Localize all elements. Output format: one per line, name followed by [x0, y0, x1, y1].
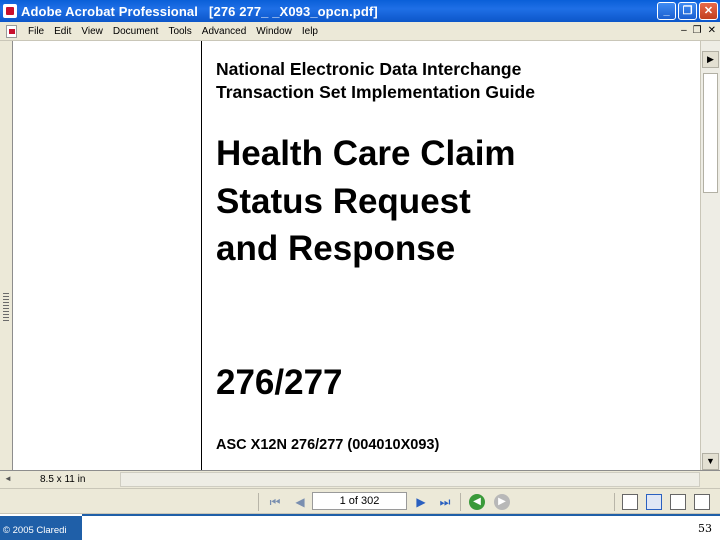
single-page-icon[interactable]: [622, 494, 638, 510]
continuous-facing-icon[interactable]: [694, 494, 710, 510]
pane-grip-handle[interactable]: [3, 293, 9, 321]
menu-tools[interactable]: Tools: [163, 26, 196, 37]
window-controls: _ ❐ ✕: [657, 2, 718, 20]
menu-document[interactable]: Document: [108, 26, 164, 37]
previous-page-icon[interactable]: ◀: [292, 494, 308, 510]
title-line-1: Health Care Claim: [216, 134, 516, 173]
toolbar-separator: [460, 493, 461, 511]
horizontal-scrollbar[interactable]: [120, 472, 700, 487]
toolbar-separator: [614, 493, 615, 511]
transaction-code: 276/277: [216, 363, 343, 402]
menu-view[interactable]: View: [76, 26, 108, 37]
continuous-page-icon[interactable]: [646, 494, 662, 510]
first-page-icon[interactable]: ⏮: [267, 494, 283, 510]
slide-footer: © 2005 Claredi 53: [0, 514, 720, 540]
vertical-scrollbar[interactable]: ▶ ▼: [700, 41, 720, 470]
document-window-controls: – ❐ ✕: [681, 25, 716, 36]
pane-toggle-icon[interactable]: ◄: [4, 474, 12, 483]
title-line-2: Status Request: [216, 182, 471, 221]
minimize-button[interactable]: _: [657, 2, 676, 20]
status-bar: ◄ 8.5 x 11 in: [0, 470, 720, 488]
footer-rule: [82, 514, 720, 516]
page-number-field[interactable]: 1 of 302: [312, 492, 407, 510]
pdf-document-icon[interactable]: [6, 24, 17, 38]
previous-view-icon[interactable]: ◀: [469, 494, 485, 510]
scroll-down-icon[interactable]: ▼: [702, 453, 719, 470]
slide-number: 53: [698, 522, 712, 535]
menu-advanced[interactable]: Advanced: [197, 26, 251, 37]
menu-window[interactable]: Window: [251, 26, 297, 37]
document-view[interactable]: National Electronic Data Interchange Tra…: [14, 41, 698, 470]
facing-pages-icon[interactable]: [670, 494, 686, 510]
navigation-toolbar: ⏮ ◀ 1 of 302 ▶ ⏭ ◀ ▶: [0, 488, 720, 514]
page-edge: [201, 41, 202, 470]
page-size-label: 8.5 x 11 in: [40, 474, 86, 485]
menu-file[interactable]: File: [23, 26, 49, 37]
subtitle-line-2: Transaction Set Implementation Guide: [216, 82, 535, 102]
window-title: Adobe Acrobat Professional [276 277_ _X0…: [21, 3, 378, 19]
asc-identifier: ASC X12N 276/277 (004010X093): [216, 437, 440, 453]
navigation-pane-collapsed[interactable]: [0, 41, 13, 470]
doc-close-button[interactable]: ✕: [708, 25, 716, 36]
doc-minimize-button[interactable]: –: [681, 25, 687, 36]
menu-edit[interactable]: Edit: [49, 26, 76, 37]
scroll-thumb[interactable]: [703, 73, 718, 193]
last-page-icon[interactable]: ⏭: [437, 494, 453, 510]
title-line-3: and Response: [216, 229, 456, 268]
scroll-arrow-icon[interactable]: ▶: [702, 51, 719, 68]
subtitle-line-1: National Electronic Data Interchange: [216, 59, 522, 79]
close-button[interactable]: ✕: [699, 2, 718, 20]
menu-help[interactable]: Ielp: [297, 26, 323, 37]
pdf-page: National Electronic Data Interchange Tra…: [216, 41, 698, 470]
title-bar: Adobe Acrobat Professional [276 277_ _X0…: [0, 0, 720, 22]
toolbar-separator: [258, 493, 259, 511]
maximize-button[interactable]: ❐: [678, 2, 697, 20]
next-view-icon[interactable]: ▶: [494, 494, 510, 510]
next-page-icon[interactable]: ▶: [413, 494, 429, 510]
doc-restore-button[interactable]: ❐: [693, 25, 702, 36]
copyright-label: © 2005 Claredi: [0, 516, 82, 540]
acrobat-icon: [3, 4, 17, 18]
menu-bar: File Edit View Document Tools Advanced W…: [0, 22, 720, 41]
